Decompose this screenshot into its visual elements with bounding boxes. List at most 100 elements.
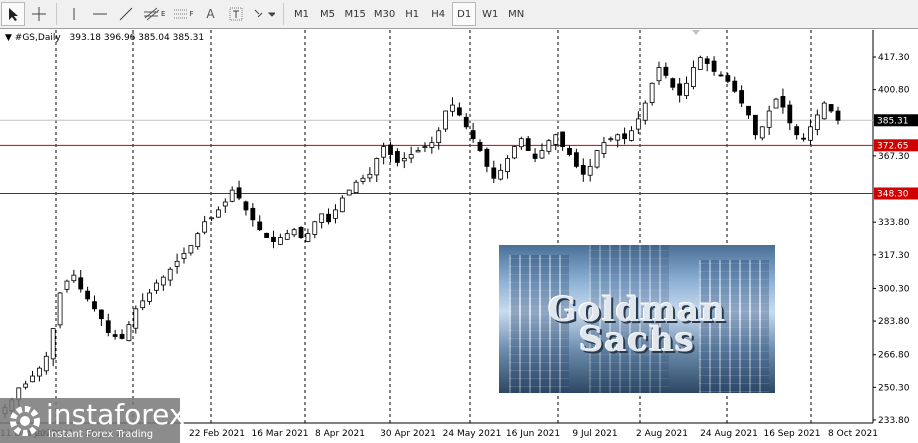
candle-body [746,105,751,116]
symbol-label: #GS,Daily [14,33,61,43]
candle-body [71,274,77,282]
candle-body [415,150,421,153]
candle-body [264,232,270,238]
candle-body [704,58,710,64]
timeframe-m1[interactable]: M1 [289,2,313,26]
crosshair-icon[interactable] [27,2,51,26]
date-tick-label: 30 Apr 2021 [380,429,436,439]
candle-body [443,110,448,130]
timeframe-m15[interactable]: M15 [341,2,368,26]
candle-body [277,237,283,245]
candle-body [670,78,676,88]
text-icon[interactable]: A [198,2,222,26]
candle-body [498,169,504,180]
gear-logo-icon [10,406,40,436]
chart-shift-marker-icon [692,30,700,35]
vertical-line-icon[interactable] [62,2,86,26]
price-tick-label: 417.30 [878,53,910,63]
candle-body [814,114,820,131]
ohlc-values: 393.18 396.96 385.04 385.31 [69,33,205,43]
candle-body [649,82,655,103]
candle-body [739,90,745,104]
collapse-arrow-icon[interactable]: ▼ [5,33,12,43]
watermark-name: instaforex [46,398,186,431]
price-tick-label: 300.30 [878,284,910,294]
candle-body [808,126,813,141]
candle-body [346,189,352,196]
price-tick-label: 233.80 [878,416,910,426]
candle-body [725,75,731,82]
arrows-icon[interactable] [250,2,278,26]
candle-body [140,300,146,309]
candle-body [656,67,662,82]
candle-body [622,133,627,140]
candle-body [787,104,793,124]
price-tick-label: 400.80 [878,86,910,96]
candle-body [50,328,56,360]
date-tick-label: 9 Jul 2021 [572,429,617,439]
candle-body [291,229,297,236]
candle-body [202,221,208,233]
candle-body [305,233,311,242]
candle-body [133,308,139,329]
fibo-levels-icon[interactable]: F [170,2,196,26]
candle-body [209,217,214,220]
timeframe-m5[interactable]: M5 [315,2,339,26]
date-tick-label: 16 Sep 2021 [763,429,820,439]
cursor-icon[interactable] [1,2,25,26]
timeframe-mn[interactable]: MN [504,2,528,26]
horizontal-line-icon[interactable] [88,2,112,26]
candle-body [828,104,834,112]
candle-body [85,290,91,300]
candle-body [57,292,63,326]
text-label-icon[interactable] [224,2,248,26]
candle-body [160,276,166,286]
candle-body [126,324,132,342]
timeframe-h4[interactable]: H4 [426,2,450,26]
price-tick-label: 283.80 [878,317,910,327]
candle-body [684,82,689,96]
timeframe-h1[interactable]: H1 [400,2,424,26]
candle-body [284,233,290,240]
candle-body [216,209,221,218]
chart-info: ▼ #GS,Daily 393.18 396.96 385.04 385.31 [5,33,204,43]
price-tick-label: 266.80 [878,351,910,361]
candle-body [691,67,696,87]
candle-body [147,292,152,302]
candle-body [353,181,359,194]
candle-body [388,144,393,155]
candle-body [567,147,572,155]
date-tick-label: 8 Apr 2021 [315,429,365,439]
candle-body [236,187,242,199]
candle-body [505,158,510,172]
fib-e-label: E [161,10,166,18]
candle-body [401,158,407,162]
date-tick-label: 24 Aug 2021 [700,429,758,439]
timeframe-d1[interactable]: D1 [452,2,477,26]
candle-body [222,201,228,207]
candle-body [594,150,600,168]
candle-body [450,104,455,112]
candle-body [518,138,524,148]
candle-body [154,282,159,291]
candle-body [663,66,669,76]
price-chart[interactable]: 417.30 400.80 367.30 333.80 317.30 300.30 283.… [0,30,918,443]
candle-body [587,165,593,176]
candle-body [456,107,462,116]
timeframe-w1[interactable]: W1 [478,2,502,26]
watermark-tagline: Instant Forex Trading [48,429,154,440]
candle-body [615,134,621,141]
candle-body [532,153,538,159]
candle-body [752,114,758,136]
fibonacci-icon[interactable]: E [140,2,168,26]
candle-body [759,126,765,139]
candle-body [333,209,338,219]
candle-body [188,245,194,254]
candle-body [319,213,325,223]
date-tick-label: 2 Aug 2021 [636,429,688,439]
timeframe-m30[interactable]: M30 [371,2,398,26]
candle-body [195,233,201,248]
candle-body [580,164,586,175]
trendline-icon[interactable] [114,2,138,26]
price-tick-label: 333.80 [878,218,910,228]
